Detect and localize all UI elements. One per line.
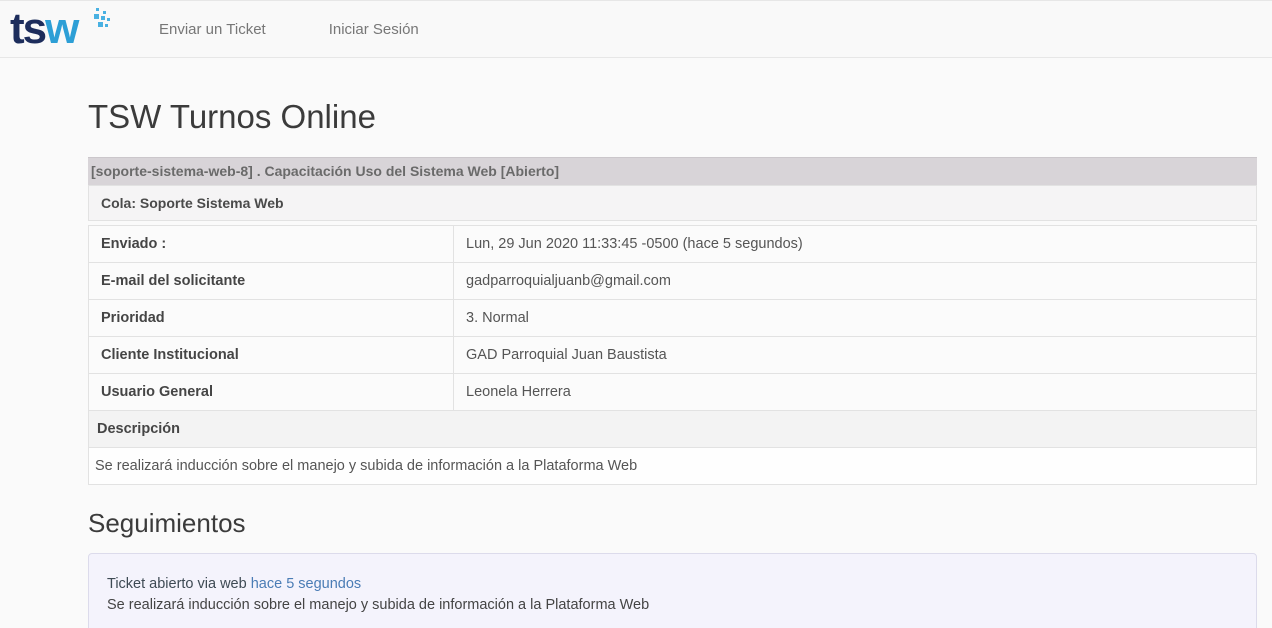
top-navbar: tsw Enviar un Ticket Iniciar Sesión — [0, 0, 1272, 58]
logo-text-w: w — [45, 4, 77, 53]
logo-text-ts: ts — [10, 4, 45, 53]
table-row: Prioridad 3. Normal — [89, 300, 1257, 337]
followups-heading: Seguimientos — [88, 508, 1257, 539]
followup-time-link[interactable]: hace 5 segundos — [251, 576, 361, 592]
navbar-menu: Enviar un Ticket Iniciar Sesión — [144, 11, 434, 48]
nav-item-iniciar-sesion[interactable]: Iniciar Sesión — [314, 11, 434, 48]
table-row: Descripción — [89, 411, 1257, 448]
table-row: Cliente Institucional GAD Parroquial Jua… — [89, 337, 1257, 374]
ticket-subject-header: [soporte-sistema-web-8] . Capacitación U… — [88, 157, 1257, 185]
table-row: Enviado : Lun, 29 Jun 2020 11:33:45 -050… — [89, 226, 1257, 263]
field-label-email: E-mail del solicitante — [89, 263, 454, 300]
table-row: Usuario General Leonela Herrera — [89, 374, 1257, 411]
field-label-cliente: Cliente Institucional — [89, 337, 454, 374]
field-value-cliente: GAD Parroquial Juan Baustista — [454, 337, 1257, 374]
description-header: Descripción — [89, 411, 1257, 448]
ticket-queue: Cola: Soporte Sistema Web — [88, 185, 1257, 221]
description-text: Se realizará inducción sobre el manejo y… — [89, 448, 1257, 485]
tsw-logo[interactable]: tsw — [10, 1, 114, 57]
field-label-enviado: Enviado : — [89, 226, 454, 263]
field-label-prioridad: Prioridad — [89, 300, 454, 337]
field-label-usuario: Usuario General — [89, 374, 454, 411]
main-content: TSW Turnos Online [soporte-sistema-web-8… — [88, 98, 1257, 628]
nav-item-enviar-ticket[interactable]: Enviar un Ticket — [144, 11, 281, 48]
page-title: TSW Turnos Online — [88, 98, 1257, 136]
field-value-prioridad: 3. Normal — [454, 300, 1257, 337]
table-row: E-mail del solicitante gadparroquialjuan… — [89, 263, 1257, 300]
table-row: Se realizará inducción sobre el manejo y… — [89, 448, 1257, 485]
followup-event-text: Ticket abierto via web — [107, 576, 247, 592]
followup-event-line: Ticket abierto via web hace 5 segundos — [107, 574, 1238, 595]
field-value-usuario: Leonela Herrera — [454, 374, 1257, 411]
field-value-email: gadparroquialjuanb@gmail.com — [454, 263, 1257, 300]
field-value-enviado: Lun, 29 Jun 2020 11:33:45 -0500 (hace 5 … — [454, 226, 1257, 263]
followup-entry: Ticket abierto via web hace 5 segundos S… — [88, 553, 1257, 628]
followup-body-text: Se realizará inducción sobre el manejo y… — [107, 595, 1238, 616]
ticket-fields-table: Enviado : Lun, 29 Jun 2020 11:33:45 -050… — [88, 225, 1257, 485]
